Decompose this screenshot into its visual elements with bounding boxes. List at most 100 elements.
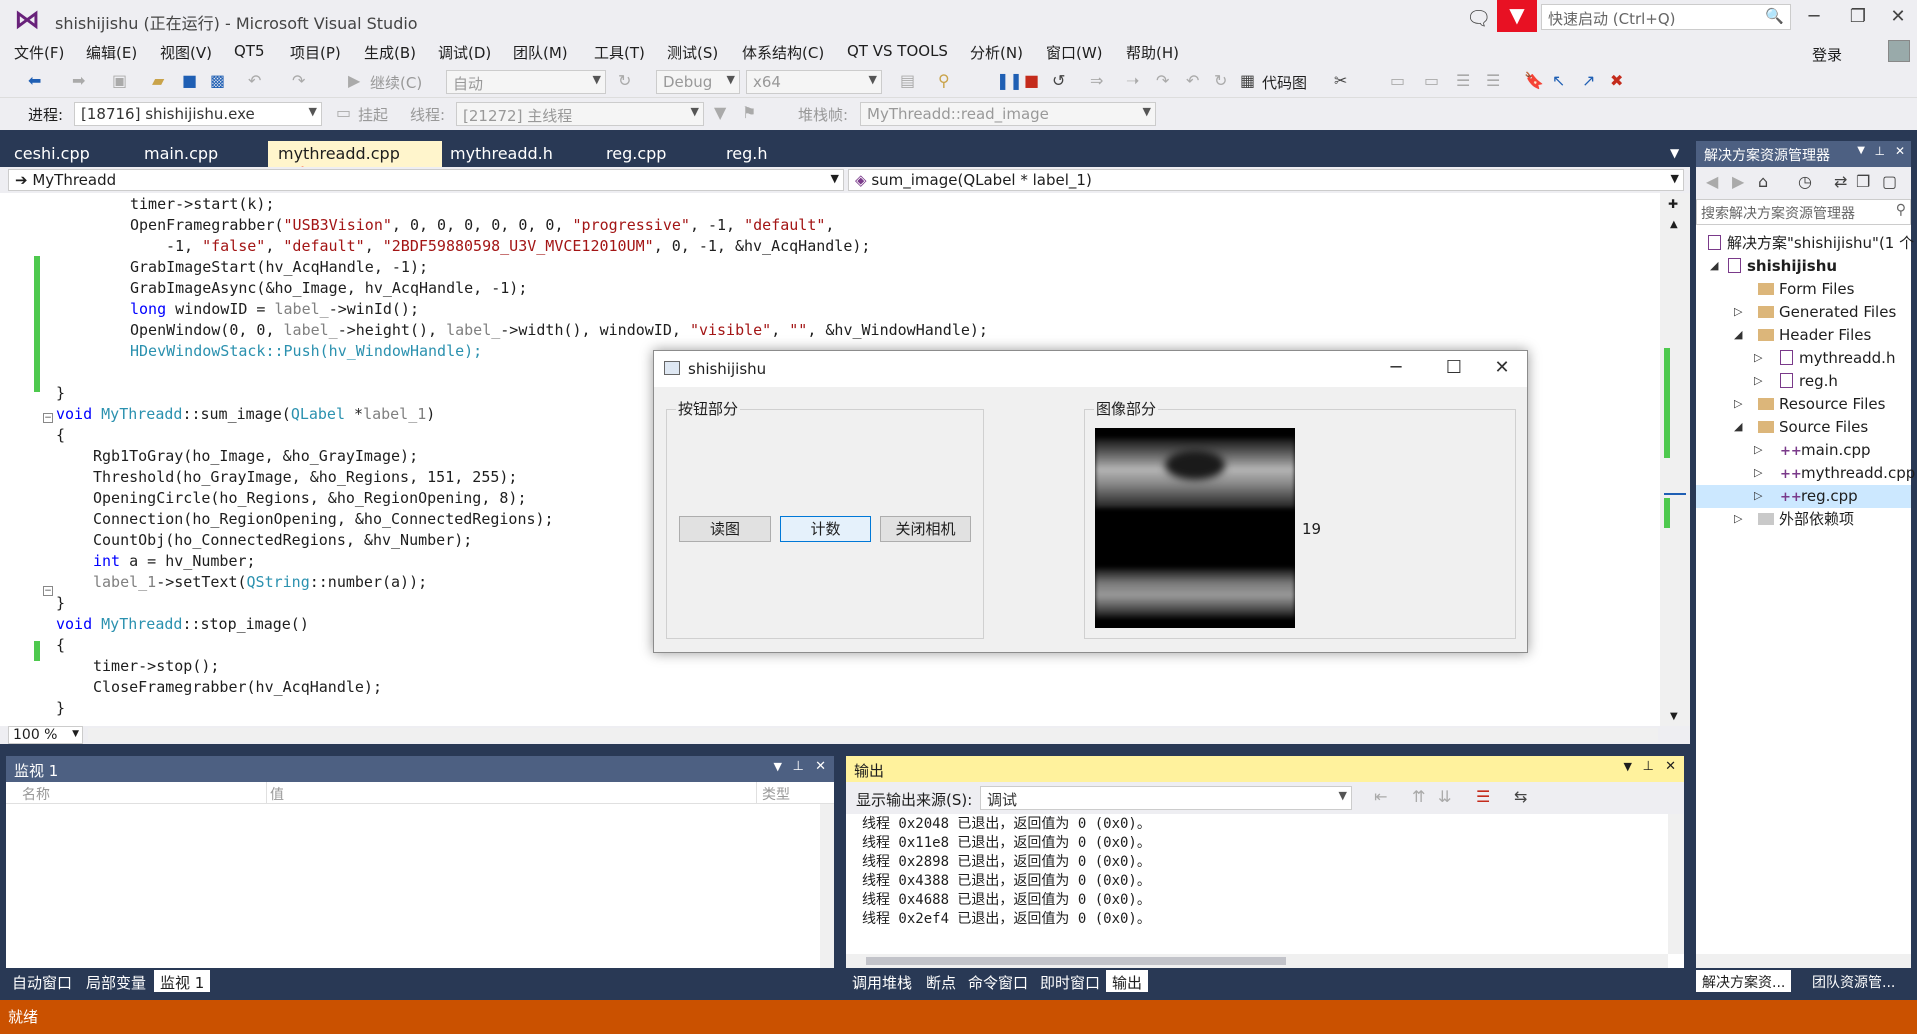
platform-combo[interactable]: x64 ▼ xyxy=(746,70,882,94)
solution-search-input[interactable]: 搜索解决方案资源管理器 ⚲ xyxy=(1696,199,1911,225)
suspend-icon[interactable]: ▭ xyxy=(336,103,351,122)
menu-edit[interactable]: 编辑(E) xyxy=(86,42,137,63)
step-out-icon[interactable]: ↶ xyxy=(1186,71,1199,90)
output-text[interactable]: 线程 0x2048 已退出，返回值为 0 (0x0)。 线程 0x11e8 已退… xyxy=(846,814,1684,968)
tab-mythreadd-h[interactable]: mythreadd.h xyxy=(440,141,563,167)
outdent-icon[interactable]: ☰ xyxy=(1486,71,1500,90)
notification-icon[interactable]: 🗨 xyxy=(1466,6,1491,30)
watch-scrollbar[interactable] xyxy=(820,804,834,968)
clear-bookmarks-icon[interactable]: ✖ xyxy=(1610,71,1623,90)
close-button[interactable]: ✕ xyxy=(1878,6,1917,27)
tab-reg-h[interactable]: reg.h xyxy=(716,141,777,167)
redo-icon[interactable]: ↷ xyxy=(292,71,305,90)
pause-icon[interactable]: ❚❚ xyxy=(996,71,1023,90)
tab-call-stack[interactable]: 调用堆栈 xyxy=(846,970,918,992)
menu-project[interactable]: 项目(P) xyxy=(290,42,341,63)
pin-icon[interactable]: ⊥ xyxy=(793,759,804,774)
expand-arrow-icon[interactable]: ▷ xyxy=(1754,466,1762,479)
menu-architecture[interactable]: 体系结构(C) xyxy=(742,42,824,63)
tab-output[interactable]: 输出 xyxy=(1106,970,1149,992)
expand-arrow-icon[interactable]: ▷ xyxy=(1734,305,1742,318)
pin-icon[interactable]: ⊥ xyxy=(1643,759,1654,774)
count-button[interactable]: 计数 xyxy=(780,516,871,542)
tab-team-explorer[interactable]: 团队资源管... xyxy=(1806,970,1901,992)
expand-arrow-icon[interactable]: ▷ xyxy=(1734,512,1742,525)
feedback-flag-icon[interactable]: ▼ xyxy=(1497,0,1537,32)
tab-watch-1[interactable]: 监视 1 xyxy=(154,970,211,992)
tab-mythreadd-cpp[interactable]: mythreadd.cpp 📌 ✕ xyxy=(268,141,442,182)
menu-team[interactable]: 团队(M) xyxy=(513,42,568,63)
tree-source-files[interactable]: Source Files xyxy=(1758,416,1868,439)
close-camera-button[interactable]: 关闭相机 xyxy=(880,516,971,542)
pin-icon[interactable]: ⊥ xyxy=(1875,144,1885,158)
back-icon[interactable]: ⬅ xyxy=(28,71,41,90)
debug-config-combo[interactable]: Debug ▼ xyxy=(656,70,740,94)
clear-all-icon[interactable]: ☰ xyxy=(1476,787,1490,806)
split-icon[interactable]: ✚ xyxy=(1668,197,1678,211)
expand-arrow-icon[interactable]: ▷ xyxy=(1754,443,1762,456)
tree-reg-cpp[interactable]: ++reg.cpp xyxy=(1780,485,1858,508)
column-name[interactable]: 名称 xyxy=(22,784,50,804)
pending-changes-icon[interactable]: ◷ xyxy=(1798,172,1812,191)
close-icon[interactable]: ✕ xyxy=(815,759,826,774)
output-horizontal-scrollbar[interactable] xyxy=(846,954,1668,968)
expand-arrow-icon[interactable]: ▷ xyxy=(1754,489,1762,502)
word-wrap-icon[interactable]: ⇆ xyxy=(1514,787,1527,806)
account-icon[interactable] xyxy=(1888,40,1910,62)
scroll-down-icon[interactable]: ▼ xyxy=(1670,711,1678,722)
menu-qt-vs-tools[interactable]: QT VS TOOLS xyxy=(847,42,948,60)
app-close-button[interactable]: ✕ xyxy=(1482,357,1522,378)
open-folder-icon[interactable]: ▰ xyxy=(152,71,164,90)
step-back-icon[interactable]: ↻ xyxy=(1214,71,1227,90)
home-icon[interactable]: ⌂ xyxy=(1758,172,1768,191)
continue-label[interactable]: 继续(C) xyxy=(370,72,422,93)
app-window-titlebar[interactable]: shishijishu ─ ☐ ✕ xyxy=(654,351,1527,387)
flag-threads-icon[interactable]: ⚑ xyxy=(742,103,756,122)
menu-help[interactable]: 帮助(H) xyxy=(1126,42,1179,63)
refresh-icon[interactable]: ↻ xyxy=(618,71,631,90)
tools-icon[interactable]: ✂ xyxy=(1334,71,1347,90)
new-project-icon[interactable]: ▣ xyxy=(112,71,127,90)
editor-horizontal-scrollbar[interactable] xyxy=(88,728,1658,742)
collapse-arrow-icon[interactable]: ◢ xyxy=(1734,420,1742,433)
menu-file[interactable]: 文件(F) xyxy=(14,42,64,63)
continue-icon[interactable]: ▶ xyxy=(348,71,360,90)
format-icon[interactable]: ▭ xyxy=(1424,71,1439,90)
app-window[interactable]: shishijishu ─ ☐ ✕ 按钮部分 读图 计数 关闭相机 图像部分 1… xyxy=(653,350,1528,653)
codemap-label[interactable]: 代码图 xyxy=(1262,72,1307,93)
tab-overflow-icon[interactable]: ▼ xyxy=(1670,146,1679,160)
solution-tree[interactable]: 解决方案"shishijishu"(1 个 ◢ shishijishu Form… xyxy=(1696,225,1915,968)
tab-breakpoints[interactable]: 断点 xyxy=(920,970,962,992)
chevron-down-icon[interactable]: ▼ xyxy=(774,760,782,773)
tab-reg-cpp[interactable]: reg.cpp xyxy=(596,141,676,167)
restore-button[interactable]: ❐ xyxy=(1838,6,1878,27)
minimize-button[interactable]: ─ xyxy=(1794,6,1834,27)
menu-view[interactable]: 视图(V) xyxy=(160,42,212,63)
expand-arrow-icon[interactable]: ▷ xyxy=(1754,374,1762,387)
editor-vertical-scrollbar[interactable]: ✚ ▲ ▼ xyxy=(1660,193,1690,726)
scroll-thumb[interactable] xyxy=(866,957,1286,965)
menu-analyze[interactable]: 分析(N) xyxy=(970,42,1023,63)
tab-immediate-window[interactable]: 即时窗口 xyxy=(1034,970,1106,992)
output-vertical-scrollbar[interactable] xyxy=(1668,814,1684,954)
output-source-combo[interactable]: 调试 ▼ xyxy=(980,786,1352,810)
tree-project[interactable]: shishijishu xyxy=(1728,255,1837,278)
menu-test[interactable]: 测试(S) xyxy=(667,42,718,63)
solution-config-combo[interactable]: 自动 ▼ xyxy=(446,70,606,94)
chevron-down-icon[interactable]: ▼ xyxy=(1624,760,1632,773)
column-type[interactable]: 类型 xyxy=(762,784,790,804)
menu-tools[interactable]: 工具(T) xyxy=(594,42,645,63)
watch-panel-body[interactable]: 名称 值 类型 xyxy=(6,782,834,968)
bookmark-icon[interactable]: 🔖 xyxy=(1524,71,1544,90)
codemap-icon[interactable]: ▦ xyxy=(1240,71,1255,90)
quick-launch-input[interactable]: 快速启动 (Ctrl+Q) 🔍 xyxy=(1541,4,1791,30)
close-icon[interactable]: ✕ xyxy=(1665,759,1676,774)
menu-debug[interactable]: 调试(D) xyxy=(438,42,491,63)
tree-mythreadd-h[interactable]: mythreadd.h xyxy=(1780,347,1895,370)
expand-arrow-icon[interactable]: ▷ xyxy=(1754,351,1762,364)
tab-locals[interactable]: 局部变量 xyxy=(80,970,152,992)
indent-icon[interactable]: ☰ xyxy=(1456,71,1470,90)
tab-solution-explorer[interactable]: 解决方案资... xyxy=(1696,970,1792,992)
login-link[interactable]: 登录 xyxy=(1812,44,1842,65)
save-icon[interactable]: ■ xyxy=(182,71,197,90)
